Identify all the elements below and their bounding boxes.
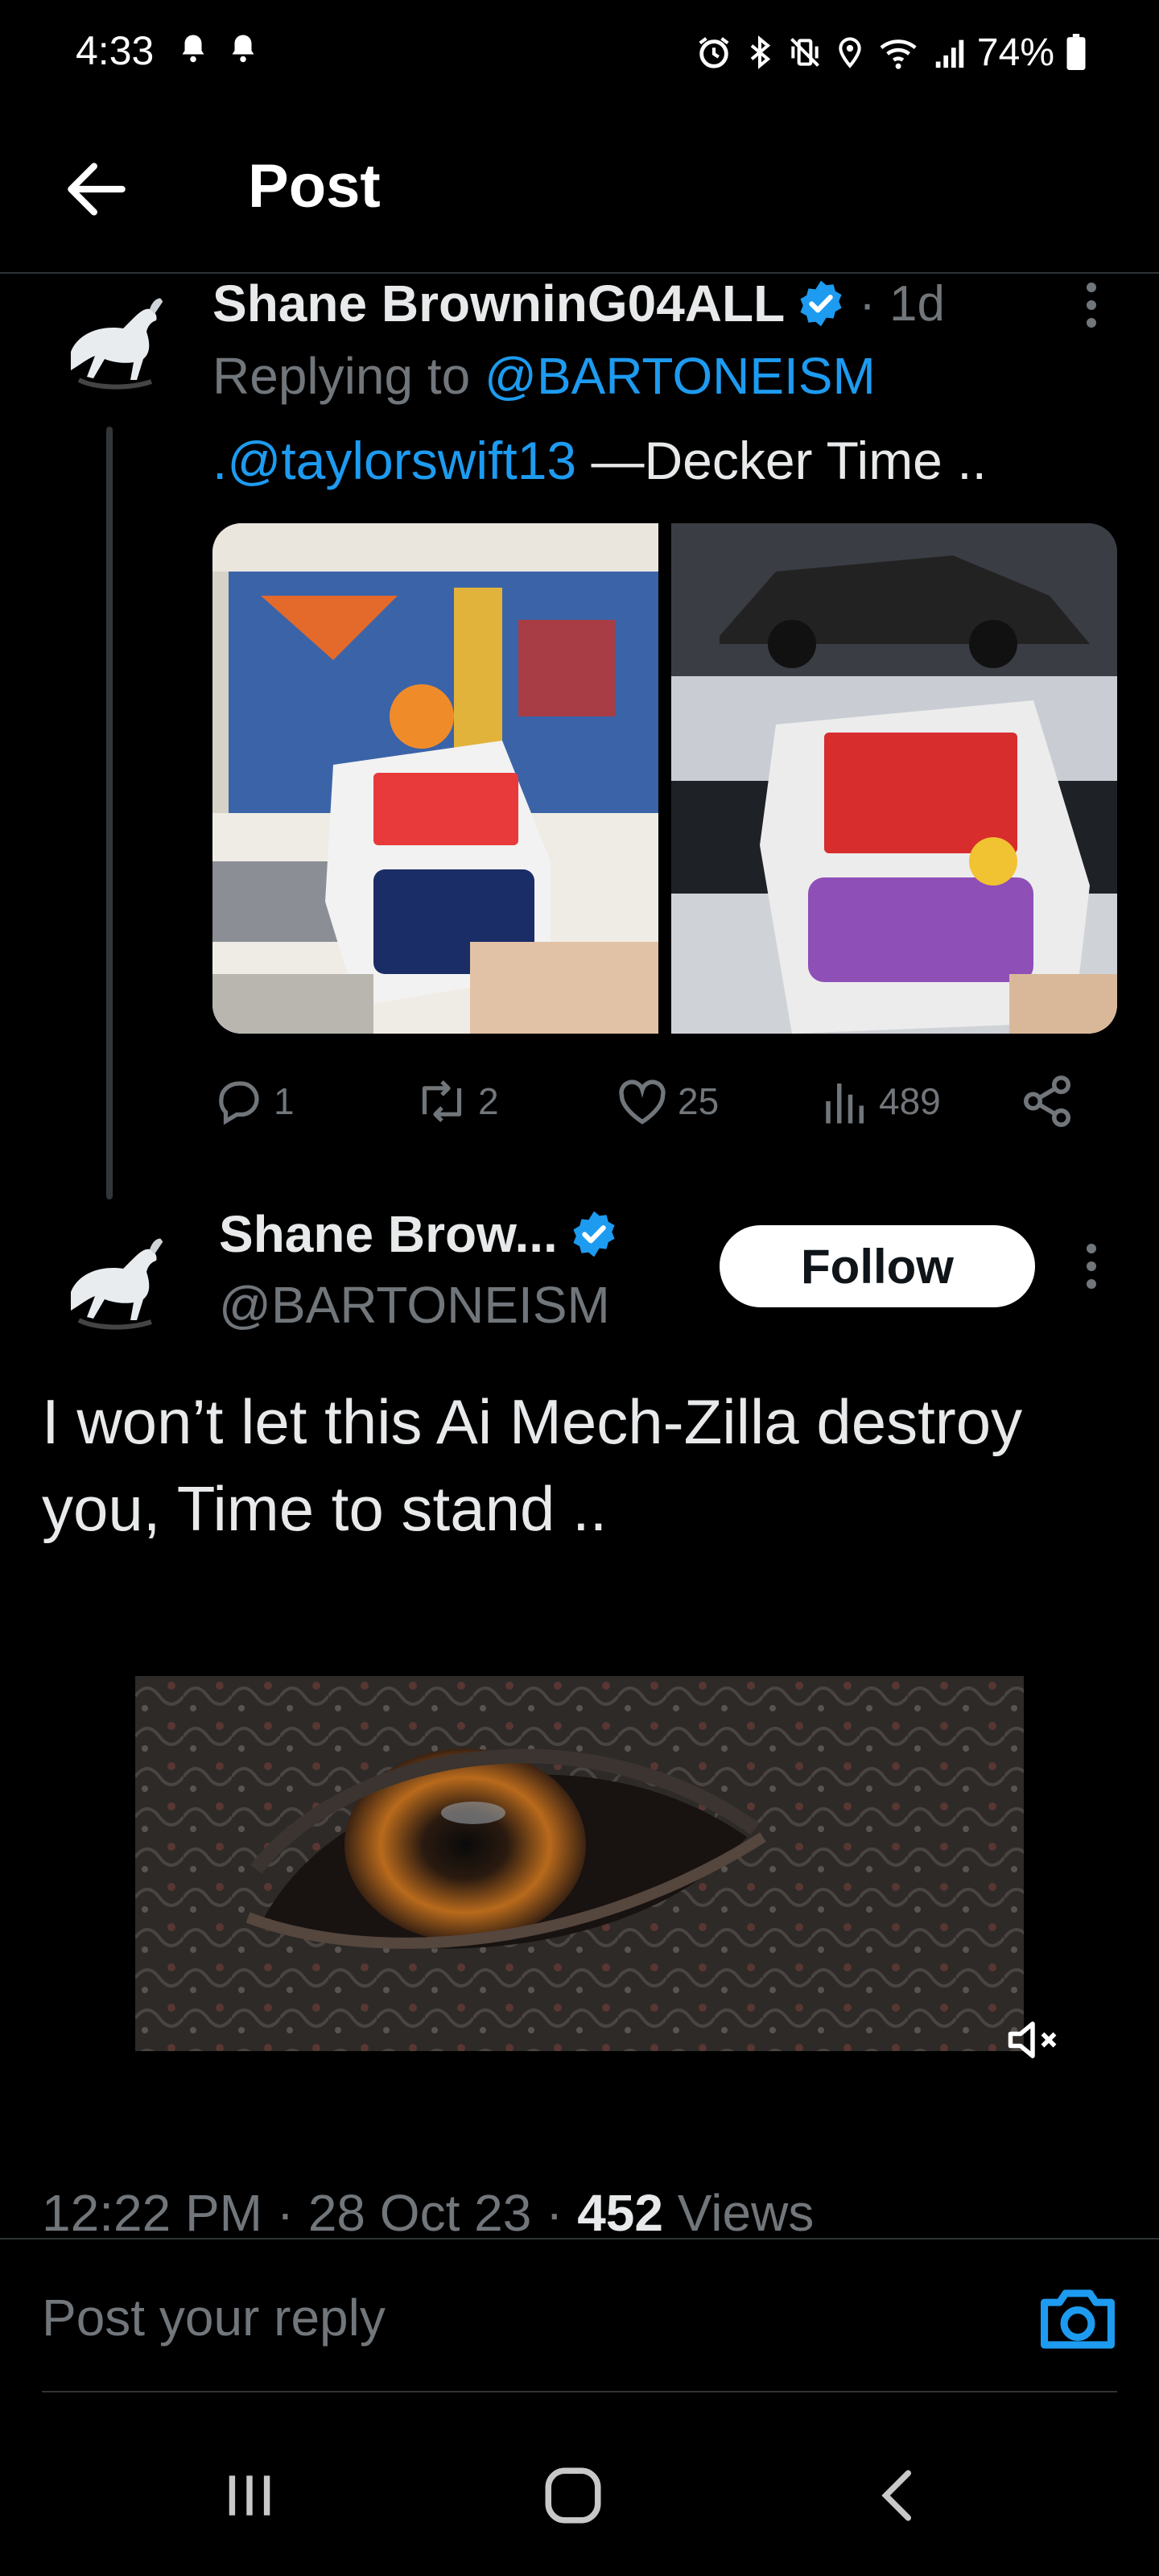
verified-badge-icon xyxy=(800,280,842,327)
signal-icon xyxy=(935,39,964,68)
media-grid xyxy=(212,523,1117,1034)
arrow-left-icon xyxy=(68,163,126,216)
author-name[interactable]: Shane Brow... xyxy=(219,1204,558,1264)
avatar[interactable] xyxy=(47,1216,175,1344)
alarm-icon xyxy=(699,37,729,68)
camera-icon[interactable] xyxy=(1038,2280,1117,2355)
views-count: 489 xyxy=(879,1080,941,1122)
more-dot-icon xyxy=(1087,300,1096,310)
post-age: · 1d xyxy=(859,275,946,332)
tech-deck-monster-jam-photo xyxy=(212,523,658,1034)
more-dot-icon xyxy=(1087,318,1096,328)
tech-deck-pizza-photo xyxy=(671,523,1117,1034)
repost-button[interactable]: 2 xyxy=(414,1061,499,1141)
views-count: 452 xyxy=(577,2184,663,2242)
godzilla-eye-video-frame xyxy=(135,1676,1024,2051)
more-options-button[interactable] xyxy=(1067,261,1116,349)
home-button[interactable] xyxy=(525,2455,621,2536)
share-button[interactable] xyxy=(1019,1061,1075,1141)
post-timestamp: 12:22 PM · 28 Oct 23 · 452 Views xyxy=(42,2183,814,2243)
more-dot-icon xyxy=(1087,1244,1096,1253)
battery-icon xyxy=(1066,34,1086,70)
timestamp-separator: · xyxy=(276,2184,308,2242)
views-button[interactable]: 489 xyxy=(821,1061,941,1141)
top-app-bar: Post xyxy=(0,121,1159,274)
views-label: Views xyxy=(677,2184,815,2242)
bluetooth-icon xyxy=(750,35,771,69)
author-name[interactable]: Shane BrowninG04ALL xyxy=(212,274,785,333)
system-navigation-bar xyxy=(0,2439,1159,2552)
mention-link[interactable]: .@taylorswift13 xyxy=(212,431,576,490)
recent-apps-icon xyxy=(229,2475,270,2516)
status-time: 4:33 xyxy=(76,28,155,73)
mute-icon[interactable] xyxy=(1004,2016,1061,2064)
timestamp-date: 28 Oct 23 xyxy=(307,2184,532,2242)
system-back-button[interactable] xyxy=(850,2455,947,2536)
back-button[interactable] xyxy=(56,149,137,229)
reply-tweet-text: .@taylorswift13 —Decker Time .. xyxy=(212,430,987,491)
chevron-left-icon xyxy=(881,2470,912,2521)
like-count: 25 xyxy=(678,1080,720,1122)
author-handle[interactable]: @BARTONEISM xyxy=(219,1275,610,1335)
reply-input[interactable]: Post your reply xyxy=(42,2288,386,2347)
timestamp-time: 12:22 PM xyxy=(42,2184,262,2242)
main-tweet-author: Shane Brow... xyxy=(219,1204,619,1264)
home-icon xyxy=(545,2467,601,2524)
reply-tweet-actions: 1 2 25 489 xyxy=(212,1061,1106,1141)
thread-connector-line xyxy=(106,427,113,1199)
more-dot-icon xyxy=(1087,1279,1096,1289)
white-horse-avatar-image xyxy=(47,1216,175,1344)
views-icon xyxy=(826,1084,864,1124)
wifi-icon xyxy=(880,39,917,69)
media-image-1[interactable] xyxy=(212,523,658,1034)
reply-composer: Post your reply xyxy=(0,2238,1159,2391)
replying-to-label: Replying to xyxy=(212,347,485,405)
recent-apps-button[interactable] xyxy=(201,2455,298,2536)
timestamp-separator: · xyxy=(546,2184,578,2242)
replying-to-handle-link[interactable]: @BARTONEISM xyxy=(485,347,876,405)
main-tweet-text: I won’t let this Ai Mech-Zilla destroy y… xyxy=(42,1386,1023,1544)
vibrate-icon xyxy=(790,38,819,67)
white-horse-avatar-image xyxy=(47,275,175,404)
heart-icon xyxy=(619,1080,666,1125)
video-player[interactable] xyxy=(135,1676,1024,2051)
page-title: Post xyxy=(248,152,381,221)
verified-badge-icon xyxy=(573,1211,615,1257)
divider xyxy=(42,2391,1117,2392)
follow-button[interactable]: Follow xyxy=(720,1225,1035,1307)
repost-icon xyxy=(422,1080,462,1123)
battery-percent: 74% xyxy=(976,31,1054,74)
repost-count: 2 xyxy=(478,1080,499,1122)
reply-button[interactable]: 1 xyxy=(212,1061,295,1141)
like-button[interactable]: 25 xyxy=(615,1061,719,1141)
status-icons: 74% xyxy=(695,24,1087,80)
replying-to-line: Replying to @BARTONEISM xyxy=(212,346,876,406)
reply-count: 1 xyxy=(274,1080,295,1122)
reply-tweet-header: Shane BrowninG04ALL · 1d xyxy=(212,267,945,340)
reply-tweet-body: —Decker Time .. xyxy=(576,431,987,490)
location-icon xyxy=(839,37,861,68)
avatar[interactable] xyxy=(47,275,175,404)
status-bar: 4:33 74% xyxy=(0,0,1159,105)
more-dot-icon xyxy=(1087,283,1096,292)
reply-icon xyxy=(219,1081,259,1125)
share-icon xyxy=(1023,1075,1071,1127)
more-options-button[interactable] xyxy=(1067,1222,1116,1311)
media-image-2[interactable] xyxy=(671,523,1117,1034)
notification-bell-icon xyxy=(182,35,204,63)
notification-bell-icon xyxy=(232,35,254,63)
more-dot-icon xyxy=(1087,1261,1096,1271)
